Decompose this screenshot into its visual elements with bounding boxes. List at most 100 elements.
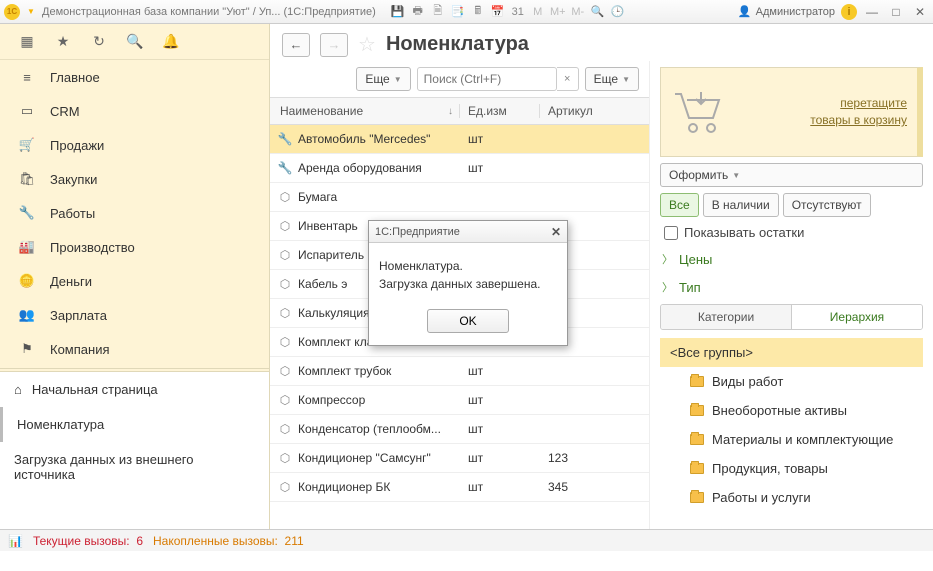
- sort-asc-icon: ↓: [448, 106, 453, 117]
- tree-item[interactable]: Продукция, товары: [660, 454, 923, 483]
- cart-dropzone[interactable]: перетащите товары в корзину: [660, 67, 923, 157]
- cube-icon: ⬡: [278, 364, 292, 378]
- sidebar: ▦ ★ ↻ 🔍 🔔 ≡Главное ▭CRM 🛒Продажи 🛍Закупк…: [0, 24, 270, 529]
- clear-search-button[interactable]: ×: [557, 67, 579, 91]
- wrench-icon: 🔧: [278, 161, 292, 175]
- nav-back-button[interactable]: ←: [282, 33, 310, 57]
- cart-hint-line1: перетащите: [737, 95, 907, 112]
- tree-item[interactable]: Внеоборотные активы: [660, 396, 923, 425]
- view-tabs: Категории Иерархия: [660, 304, 923, 330]
- tree-item-label: Продукция, товары: [712, 461, 828, 476]
- row-unit: шт: [460, 393, 540, 407]
- table-row[interactable]: ⬡Бумага: [270, 183, 649, 212]
- memory-m-icon[interactable]: M: [530, 4, 546, 20]
- table-row[interactable]: ⬡Кондиционер "Самсунг"шт123: [270, 444, 649, 473]
- table-row[interactable]: ⬡Кондиционер БКшт345: [270, 473, 649, 502]
- dialog-title: 1С:Предприятие: [375, 226, 460, 238]
- show-balances-input[interactable]: [664, 226, 678, 240]
- app-menu-dropdown-icon[interactable]: ▼: [26, 7, 36, 17]
- sidebar-item-label: Начальная страница: [32, 382, 158, 397]
- tab-categories[interactable]: Категории: [661, 305, 792, 329]
- filter-instock-button[interactable]: В наличии: [703, 193, 779, 217]
- sidebar-item-sales[interactable]: 🛒Продажи: [0, 128, 269, 162]
- folder-icon: [690, 434, 704, 445]
- filter-missing-button[interactable]: Отсутствуют: [783, 193, 871, 217]
- sidebar-item-company[interactable]: ⚑Компания: [0, 332, 269, 366]
- minimize-button[interactable]: —: [863, 4, 881, 20]
- sidebar-item-main[interactable]: ≡Главное: [0, 60, 269, 94]
- calendar-icon[interactable]: 📅: [490, 4, 506, 20]
- tree-item[interactable]: Материалы и комплектующие: [660, 425, 923, 454]
- row-name: Калькуляция: [298, 306, 370, 320]
- compare-icon[interactable]: 📑: [450, 4, 466, 20]
- col-unit[interactable]: Ед.изм: [460, 104, 540, 118]
- memory-mminus-icon[interactable]: M-: [570, 4, 586, 20]
- row-unit: шт: [460, 451, 540, 465]
- tree-item[interactable]: <Все группы>: [660, 338, 923, 367]
- col-name[interactable]: Наименование↓: [270, 104, 460, 118]
- sidebar-item-money[interactable]: 🪙Деньги: [0, 264, 269, 298]
- tree-item[interactable]: Работы и услуги: [660, 483, 923, 512]
- sidebar-item-purchases[interactable]: 🛍Закупки: [0, 162, 269, 196]
- sidebar-item-crm[interactable]: ▭CRM: [0, 94, 269, 128]
- table-row[interactable]: ⬡Компрессоршт: [270, 386, 649, 415]
- preview-icon[interactable]: 🗎: [430, 4, 446, 20]
- more-actions-button-1[interactable]: Еще▼: [356, 67, 410, 91]
- caret-down-icon: ▼: [732, 171, 740, 180]
- notifications-bell-icon[interactable]: 🔔: [162, 33, 180, 51]
- row-article: 345: [540, 480, 649, 494]
- tree-item-label: Материалы и комплектующие: [712, 432, 893, 447]
- dialog-ok-button[interactable]: OK: [427, 309, 509, 333]
- search-nav-icon[interactable]: 🔍: [126, 33, 144, 51]
- search-input[interactable]: [417, 67, 557, 91]
- save-icon[interactable]: 💾: [390, 4, 406, 20]
- info-icon[interactable]: i: [841, 4, 857, 20]
- sidebar-item-works[interactable]: 🔧Работы: [0, 196, 269, 230]
- row-name: Испаритель: [298, 248, 364, 262]
- show-balances-checkbox[interactable]: Показывать остатки: [660, 223, 923, 242]
- row-unit: шт: [460, 364, 540, 378]
- nav-forward-button[interactable]: →: [320, 33, 348, 57]
- status-current-calls: Текущие вызовы: 6: [33, 534, 143, 548]
- maximize-button[interactable]: □: [887, 4, 905, 20]
- sidebar-item-salary[interactable]: 👥Зарплата: [0, 298, 269, 332]
- memory-mplus-icon[interactable]: M+: [550, 4, 566, 20]
- print-icon[interactable]: 🖶: [410, 4, 426, 20]
- close-button[interactable]: ✕: [911, 4, 929, 20]
- section-type[interactable]: 〉Тип: [660, 276, 923, 298]
- sidebar-open-nomenclature[interactable]: Номенклатура: [0, 407, 269, 442]
- dialog-close-button[interactable]: ✕: [551, 225, 561, 239]
- cart-hint-line2: товары в корзину: [737, 112, 907, 129]
- more-actions-button-2[interactable]: Еще▼: [585, 67, 639, 91]
- home-icon: ⌂: [14, 382, 22, 397]
- chevron-right-icon: 〉: [662, 279, 673, 295]
- section-prices[interactable]: 〉Цены: [660, 248, 923, 270]
- table-row[interactable]: 🔧Автомобиль "Mercedes"шт: [270, 125, 649, 154]
- tree-item-label: Внеоборотные активы: [712, 403, 847, 418]
- sidebar-home[interactable]: ⌂ Начальная страница: [0, 372, 269, 407]
- table-row[interactable]: ⬡Конденсатор (теплообм...шт: [270, 415, 649, 444]
- favorites-star-icon[interactable]: ★: [54, 33, 72, 51]
- table-row[interactable]: 🔧Аренда оборудованияшт: [270, 154, 649, 183]
- apps-grid-icon[interactable]: ▦: [18, 33, 36, 51]
- row-name: Компрессор: [298, 393, 365, 407]
- zoom-in-icon[interactable]: 🔍: [590, 4, 606, 20]
- tab-hierarchy[interactable]: Иерархия: [792, 305, 922, 329]
- history-nav-icon[interactable]: ↻: [90, 33, 108, 51]
- app-logo-icon: 1C: [4, 4, 20, 20]
- date-icon[interactable]: 31: [510, 4, 526, 20]
- wrench-icon: 🔧: [18, 204, 36, 222]
- col-article[interactable]: Артикул: [540, 104, 649, 118]
- history-icon[interactable]: 🕒: [610, 4, 626, 20]
- sidebar-item-label: Номенклатура: [17, 417, 104, 432]
- sidebar-open-import[interactable]: Загрузка данных из внешнего источника: [0, 442, 269, 492]
- current-user[interactable]: 👤 Администратор: [738, 5, 835, 18]
- tree-item[interactable]: Виды работ: [660, 367, 923, 396]
- table-row[interactable]: ⬡Комплект трубокшт: [270, 357, 649, 386]
- filter-all-button[interactable]: Все: [660, 193, 699, 217]
- calc-icon[interactable]: 🖩: [470, 4, 486, 20]
- favorite-star-icon[interactable]: ☆: [358, 32, 376, 57]
- checkout-button[interactable]: Оформить▼: [660, 163, 923, 187]
- sidebar-item-production[interactable]: 🏭Производство: [0, 230, 269, 264]
- row-name: Кондиционер "Самсунг": [298, 451, 431, 465]
